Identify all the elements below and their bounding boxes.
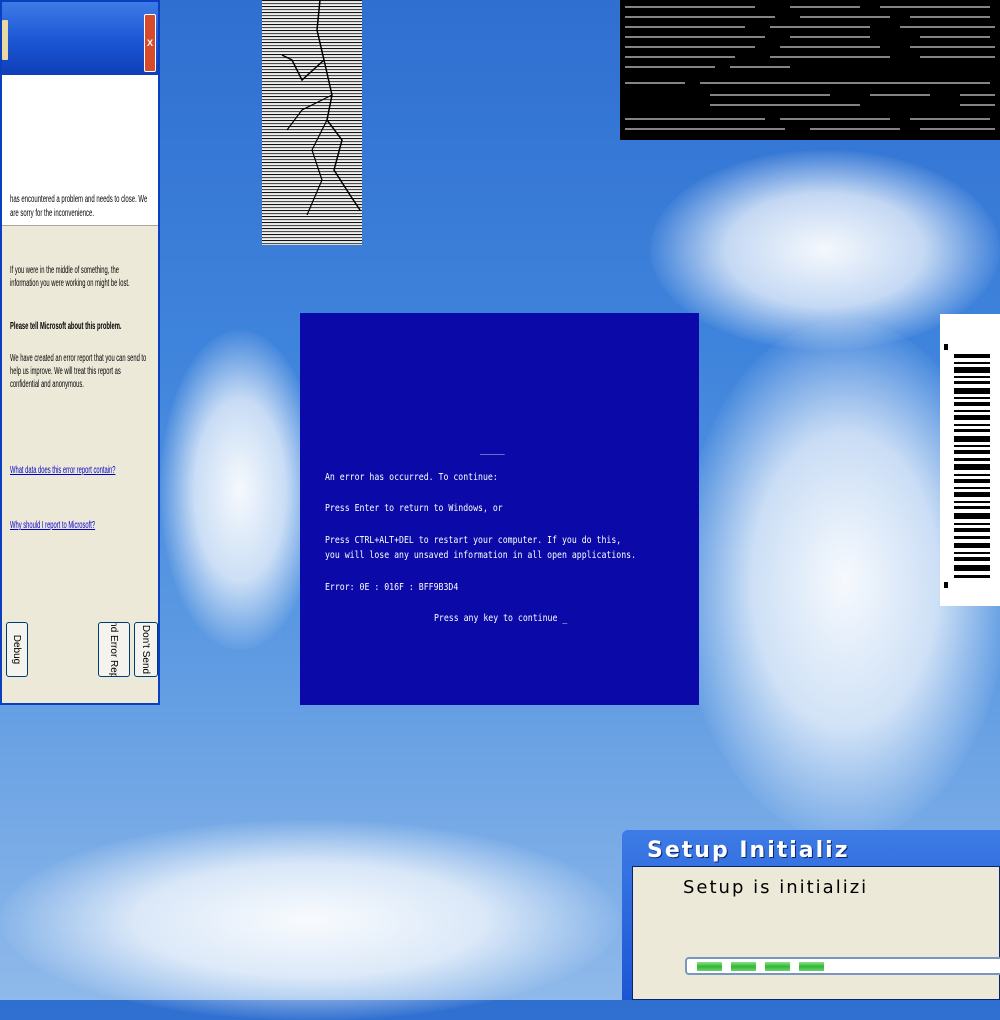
bsod-line-4: you will lose any unsaved information in…	[325, 550, 637, 561]
setup-body: Setup is initializi	[632, 866, 1000, 1000]
dialog-body-text-2: We have created an error report that you…	[10, 353, 147, 390]
dialog-header-text: has encountered a problem and needs to c…	[10, 194, 148, 219]
crack-lines	[281, 0, 361, 216]
dialog-body-text: If you were in the middle of something, …	[10, 265, 130, 289]
setup-message: Setup is initializi	[683, 877, 869, 898]
setup-window: Setup Initializ Setup is initializi	[622, 830, 1000, 1000]
setup-title: Setup Initializ	[647, 838, 850, 863]
dialog-header: has encountered a problem and needs to c…	[2, 75, 158, 226]
error-report-dialog: X has encountered a problem and needs to…	[0, 0, 160, 705]
dialog-body-bold: Please tell Microsoft about this problem…	[10, 321, 122, 332]
debug-button-label: Debug	[11, 634, 23, 665]
progress-block	[697, 962, 722, 971]
send-button-label: Send Error Report	[108, 622, 120, 677]
barcode-bars	[944, 344, 990, 588]
bsod-line-3: Press CTRL+ALT+DEL to restart your compu…	[325, 535, 622, 546]
progress-block	[765, 962, 790, 971]
blue-screen-error: _____ An error has occurred. To continue…	[300, 313, 699, 705]
progress-block	[799, 962, 824, 971]
bsod-line-1: An error has occurred. To continue:	[325, 472, 498, 483]
debug-button[interactable]: Debug	[6, 622, 28, 677]
cloud	[160, 330, 320, 650]
progress-block	[731, 962, 756, 971]
app-icon	[2, 20, 8, 60]
bsod-line-2: Press Enter to return to Windows, or	[325, 503, 503, 514]
bsod-continue-prompt: Press any key to continue _	[434, 613, 568, 624]
dont-send-button[interactable]: Don't Send	[134, 622, 158, 677]
setup-progress-bar	[685, 957, 1000, 975]
barcode-image	[940, 314, 1000, 606]
cracked-screen-image	[262, 0, 362, 245]
dont-send-button-label: Don't Send	[140, 624, 152, 675]
bsod-header-dash: _____	[480, 444, 505, 455]
why-report-link[interactable]: Why should I report to Microsoft?	[10, 519, 149, 532]
cloud	[0, 820, 620, 1020]
error-report-contents-link[interactable]: What data does this error report contain…	[10, 464, 149, 477]
terminal-output	[620, 0, 1000, 140]
bsod-error-code: Error: 0E : 016F : BFF9B3D4	[325, 582, 459, 593]
send-error-report-button[interactable]: Send Error Report	[98, 622, 130, 677]
dialog-titlebar: X	[2, 2, 158, 75]
close-button[interactable]: X	[144, 14, 156, 72]
close-icon: X	[146, 38, 153, 48]
